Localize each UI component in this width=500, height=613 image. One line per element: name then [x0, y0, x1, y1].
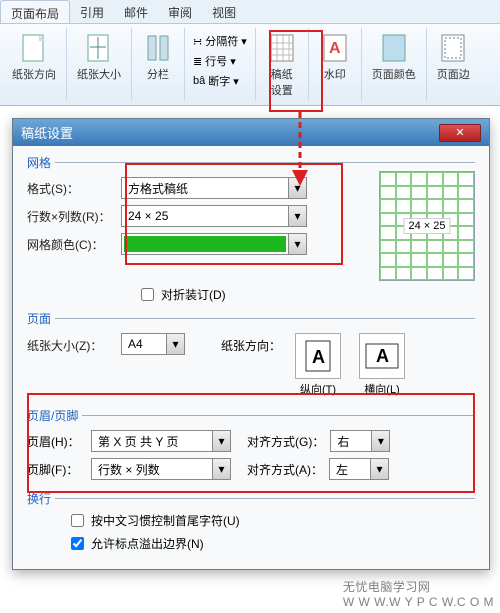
chevron-down-icon[interactable]: ▾ — [166, 334, 184, 354]
dialog-titlebar: 稿纸设置 ✕ — [13, 119, 489, 146]
line-num-icon: ≣ — [193, 55, 202, 68]
wrap-section: 换行 按中文习惯控制首尾字符(U) 允许标点溢出边界(N) — [27, 498, 475, 559]
papersize-label: 纸张大小(Z)： — [27, 333, 115, 354]
tab-view[interactable]: 视图 — [202, 0, 246, 23]
page-color-icon — [378, 32, 410, 64]
ribbon-tabs: 页面布局 引用 邮件 审阅 视图 — [0, 0, 500, 24]
breaks-button[interactable]: ∺分隔符▾ — [191, 32, 249, 50]
hf-section-label: 页眉/页脚 — [27, 407, 82, 424]
paper-direction-button[interactable]: 纸张方向 — [8, 30, 60, 84]
punct-label: 允许标点溢出边界(N) — [91, 535, 204, 552]
dialog-title: 稿纸设置 — [21, 123, 73, 142]
color-swatch — [124, 236, 286, 252]
papersize-combo[interactable]: A4 ▾ — [121, 333, 185, 355]
paperdir-label: 纸张方向： — [221, 333, 281, 354]
footer-align-label: 对齐方式(A)： — [247, 461, 323, 478]
tab-references[interactable]: 引用 — [70, 0, 114, 23]
watermark-button[interactable]: A 水印 — [315, 30, 355, 84]
tab-mail[interactable]: 邮件 — [114, 0, 158, 23]
rowcol-label: 行数×列数(R)： — [27, 208, 115, 225]
hyphen-icon: bâ — [193, 75, 205, 87]
columns-button[interactable]: 分栏 — [138, 30, 178, 84]
portrait-label: 纵向(T) — [300, 381, 336, 397]
chevron-down-icon[interactable]: ▾ — [212, 431, 230, 451]
header-combo[interactable]: 第 X 页 共 Y 页 ▾ — [91, 430, 231, 452]
page-icon — [18, 32, 50, 64]
chevron-down-icon[interactable]: ▾ — [370, 459, 388, 479]
line-numbers-button[interactable]: ≣行号▾ — [191, 52, 249, 70]
page-size-icon — [83, 32, 115, 64]
grid-preview: 24 × 25 — [379, 171, 475, 281]
svg-text:A: A — [376, 346, 389, 366]
grid-preview-label: 24 × 25 — [404, 218, 451, 234]
cjk-checkbox[interactable] — [71, 514, 84, 527]
gridcolor-label: 网格颜色(C)： — [27, 236, 115, 253]
header-align-combo[interactable]: 右 ▾ — [330, 430, 390, 452]
headerfooter-section: 页眉/页脚 页眉(H)： 第 X 页 共 Y 页 ▾ 对齐方式(G)： 右 ▾ … — [27, 415, 475, 490]
fold-checkbox[interactable] — [141, 288, 154, 301]
watermark-text: 无忧电脑学习网W W W.W Y P C W.C O M — [343, 578, 494, 609]
cjk-label: 按中文习惯控制首尾字符(U) — [91, 512, 240, 529]
page-border-button[interactable]: 页面边 — [433, 30, 474, 84]
hyphenation-button[interactable]: bâ断字▾ — [191, 72, 249, 90]
svg-text:A: A — [329, 40, 341, 57]
tab-review[interactable]: 审阅 — [158, 0, 202, 23]
chevron-down-icon: ▾ — [233, 75, 239, 88]
columns-icon — [142, 32, 174, 64]
portrait-button[interactable]: A — [295, 333, 341, 379]
fold-checkbox-row: 对折装订(D) — [137, 285, 475, 304]
format-label: 格式(S)： — [27, 180, 115, 197]
footer-align-combo[interactable]: 左 ▾ — [329, 458, 389, 480]
tab-page-layout[interactable]: 页面布局 — [0, 0, 70, 23]
svg-text:A: A — [312, 347, 325, 367]
chevron-down-icon: ▾ — [230, 55, 236, 68]
chevron-down-icon[interactable]: ▾ — [288, 178, 306, 198]
chevron-down-icon[interactable]: ▾ — [288, 206, 306, 226]
rowcol-combo[interactable]: 24 × 25 ▾ — [121, 205, 307, 227]
manuscript-dialog: 稿纸设置 ✕ 网格 格式(S)： 方格式稿纸 ▾ 行数×列数(R)： — [12, 118, 490, 570]
breaks-icon: ∺ — [193, 35, 202, 48]
page-section-label: 页面 — [27, 310, 55, 327]
wrap-section-label: 换行 — [27, 490, 55, 507]
chevron-down-icon: ▾ — [241, 35, 247, 48]
close-button[interactable]: ✕ — [439, 124, 481, 142]
gridcolor-combo[interactable]: ▾ — [121, 233, 307, 255]
manuscript-button[interactable]: 稿纸 设置 — [262, 30, 302, 100]
page-border-icon — [437, 32, 469, 64]
footer-label: 页脚(F)： — [27, 461, 85, 478]
chevron-down-icon[interactable]: ▾ — [371, 431, 389, 451]
ribbon-toolbar: 纸张方向 纸张大小 分栏 ∺分隔符▾ ≣行号▾ bâ断字▾ 稿纸 设置 A 水印 — [0, 24, 500, 106]
page-color-button[interactable]: 页面颜色 — [368, 30, 420, 84]
page-section: 页面 纸张大小(Z)： A4 ▾ 纸张方向： A 纵向(T) A 横向(L) — [27, 318, 475, 407]
landscape-label: 横向(L) — [364, 381, 399, 397]
grid-section-label: 网格 — [27, 154, 55, 171]
chevron-down-icon[interactable]: ▾ — [288, 234, 306, 254]
watermark-icon: A — [319, 32, 351, 64]
chevron-down-icon[interactable]: ▾ — [212, 459, 230, 479]
paper-size-button[interactable]: 纸张大小 — [73, 30, 125, 84]
header-label: 页眉(H)： — [27, 433, 85, 450]
fold-label: 对折装订(D) — [161, 286, 226, 303]
manuscript-icon — [266, 32, 298, 64]
punct-checkbox[interactable] — [71, 537, 84, 550]
format-combo[interactable]: 方格式稿纸 ▾ — [121, 177, 307, 199]
header-align-label: 对齐方式(G)： — [247, 433, 324, 450]
landscape-button[interactable]: A — [359, 333, 405, 379]
grid-section: 网格 格式(S)： 方格式稿纸 ▾ 行数×列数(R)： 24 × 25 — [27, 162, 475, 310]
footer-combo[interactable]: 行数 × 列数 ▾ — [91, 458, 231, 480]
